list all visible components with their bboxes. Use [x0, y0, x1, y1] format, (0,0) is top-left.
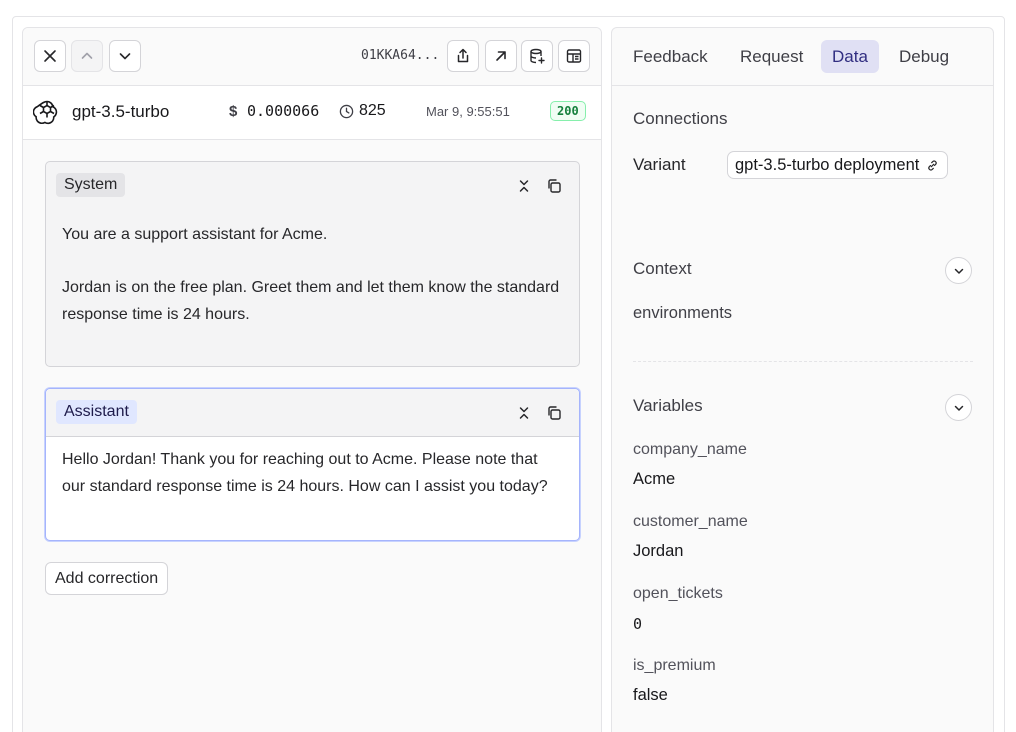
role-label: System [56, 173, 126, 197]
toolbar: 01KKA64... [23, 28, 601, 86]
layout-icon [566, 49, 582, 63]
cost-value: 0.000066 [247, 102, 320, 120]
message-content: Hello Jordan! Thank you for reaching out… [46, 437, 579, 512]
chevron-up-icon [81, 52, 93, 59]
model-name: gpt-3.5-turbo [72, 102, 170, 121]
variant-label: Variant [633, 155, 686, 174]
trace-id[interactable]: 01KKA64... [361, 48, 439, 63]
share-icon [457, 48, 469, 63]
variable-name: company_name [633, 441, 747, 458]
previous-button[interactable] [71, 40, 103, 72]
context-item: environments [633, 304, 733, 322]
copy-icon[interactable] [546, 405, 562, 421]
message-content: You are a support assistant for Acme. Jo… [62, 226, 560, 323]
section-divider [633, 361, 973, 362]
add-correction-button[interactable]: Add correction [45, 562, 169, 595]
role-label: Assistant [56, 400, 137, 424]
timestamp: Mar 9, 9:55:51 [426, 104, 510, 119]
details-sidebar: Feedback Request Data Debug Connections … [611, 27, 994, 732]
message-header: System [46, 162, 579, 210]
variable-value: false [633, 686, 668, 704]
assistant-message: Assistant Hello Jordan! Thank you for re… [45, 388, 580, 541]
variable-value: Jordan [633, 542, 684, 560]
chevron-down-icon [954, 268, 963, 274]
message-header: Assistant [46, 389, 579, 437]
system-message: System You are a support assistant for A… [45, 161, 580, 367]
tab-data[interactable]: Data [821, 40, 879, 73]
variable-value: Acme [633, 470, 676, 488]
copy-icon[interactable] [546, 178, 562, 194]
add-to-dataset-button[interactable] [521, 40, 553, 72]
database-plus-icon [530, 48, 545, 64]
variant-link[interactable]: gpt-3.5-turbo deployment [727, 151, 949, 179]
context-toggle-button[interactable] [945, 257, 972, 284]
tab-feedback[interactable]: Feedback [622, 40, 719, 73]
variable-name: customer_name [633, 513, 748, 530]
close-button[interactable] [34, 40, 66, 72]
trace-detail-panel: 01KKA64... gpt-3.5-turbo $ 0.000066 825 … [22, 27, 602, 732]
variable-name: open_tickets [633, 585, 723, 602]
next-button[interactable] [109, 40, 141, 72]
openai-logo-icon [33, 100, 58, 125]
link-icon [928, 160, 938, 171]
chevron-down-icon [954, 405, 963, 411]
variable-value: 0 [633, 615, 643, 633]
tab-debug[interactable]: Debug [888, 40, 960, 73]
open-external-button[interactable] [485, 40, 517, 72]
collapse-icon[interactable] [516, 178, 532, 194]
share-button[interactable] [447, 40, 479, 72]
context-title: Context [633, 259, 692, 278]
close-icon [44, 50, 56, 62]
collapse-icon[interactable] [516, 405, 532, 421]
variant-value: gpt-3.5-turbo deployment [735, 156, 920, 174]
connections-title: Connections [633, 109, 728, 128]
dollar-icon: $ [229, 103, 238, 120]
chevron-down-icon [119, 53, 131, 60]
layout-toggle-button[interactable] [558, 40, 590, 72]
status-badge: 200 [550, 101, 586, 121]
clock-icon [339, 104, 354, 119]
trace-meta-bar: gpt-3.5-turbo $ 0.000066 825 Mar 9, 9:55… [23, 86, 601, 140]
variable-name: is_premium [633, 657, 716, 674]
token-count: 825 [359, 102, 386, 119]
arrow-up-right-icon [496, 51, 506, 61]
variables-toggle-button[interactable] [945, 394, 972, 421]
tab-bar: Feedback Request Data Debug [612, 28, 993, 86]
tab-request[interactable]: Request [729, 40, 814, 73]
variables-title: Variables [633, 396, 703, 415]
